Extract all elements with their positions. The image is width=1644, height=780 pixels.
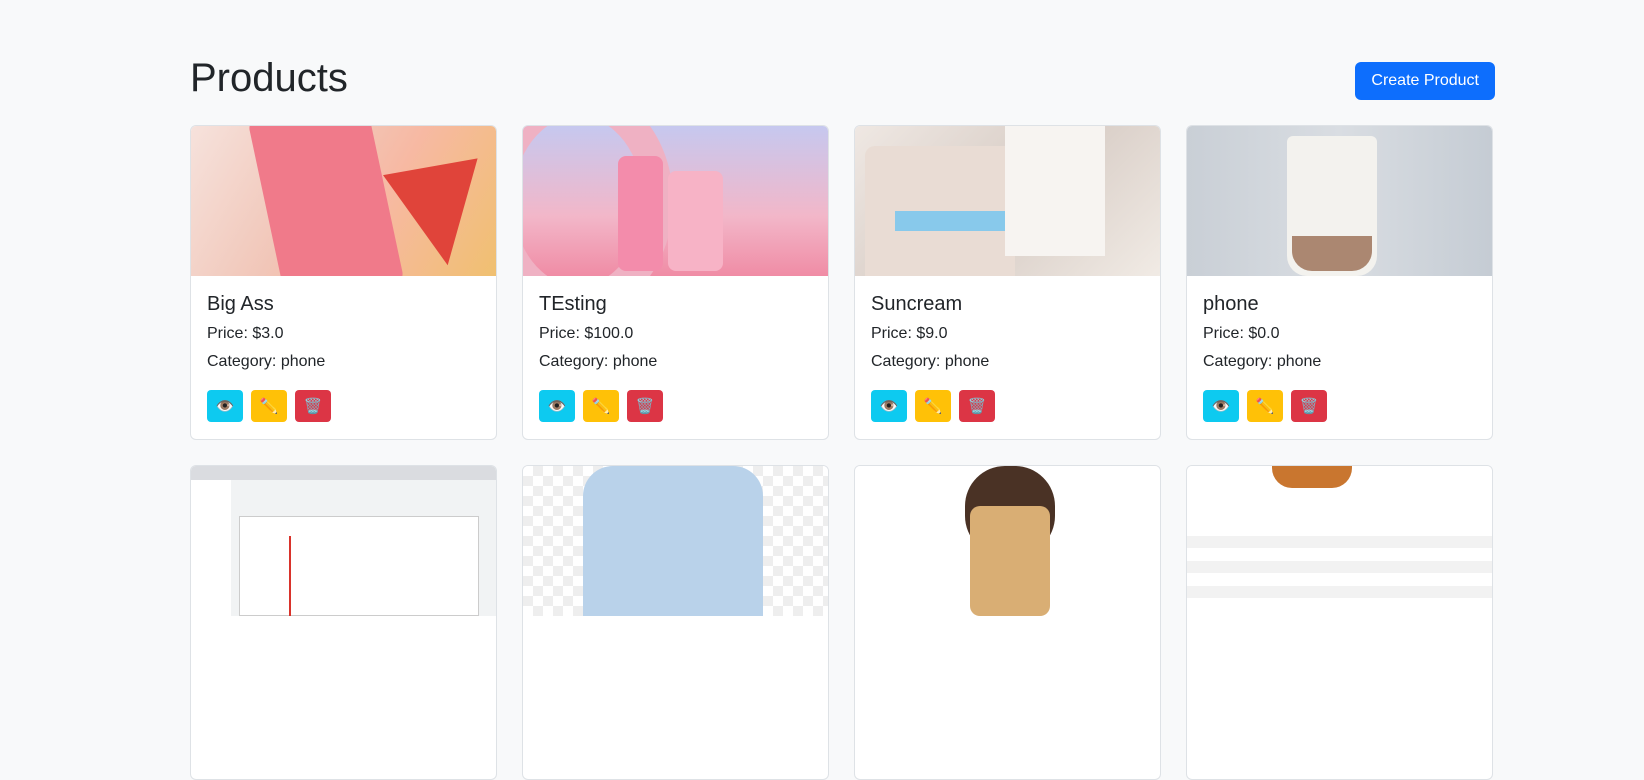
product-image — [1187, 466, 1492, 616]
view-button[interactable]: 👁️ — [1203, 390, 1239, 422]
product-name: Big Ass — [207, 293, 274, 315]
card-actions: 👁️ ✏️ 🗑️ — [539, 390, 812, 422]
eye-icon: 👁️ — [547, 397, 567, 415]
pencil-icon: ✏️ — [1255, 397, 1275, 415]
product-card — [190, 465, 497, 780]
product-card — [1186, 465, 1493, 780]
product-price: Price: $100.0 — [539, 325, 634, 342]
product-price: Price: $3.0 — [207, 325, 284, 342]
product-name: Suncream — [871, 293, 963, 315]
pencil-icon: ✏️ — [923, 397, 943, 415]
view-button[interactable]: 👁️ — [871, 390, 907, 422]
view-button[interactable]: 👁️ — [539, 390, 575, 422]
delete-button[interactable]: 🗑️ — [627, 390, 663, 422]
product-category: Category: phone — [207, 353, 326, 370]
trash-icon: 🗑️ — [635, 397, 655, 415]
edit-button[interactable]: ✏️ — [1247, 390, 1283, 422]
card-actions: 👁️ ✏️ 🗑️ — [1203, 390, 1476, 422]
product-image — [1187, 126, 1492, 276]
page-header: Products Create Product — [190, 56, 1495, 106]
product-card — [854, 465, 1161, 780]
product-price: Price: $0.0 — [1203, 325, 1280, 342]
pencil-icon: ✏️ — [259, 397, 279, 415]
product-category: Category: phone — [1203, 353, 1322, 370]
product-grid: Big Ass Price: $3.0 Category: phone 👁️ ✏… — [190, 125, 1495, 780]
eye-icon: 👁️ — [1211, 397, 1231, 415]
product-category: Category: phone — [871, 353, 990, 370]
product-card: Suncream Price: $9.0 Category: phone 👁️ … — [854, 125, 1161, 440]
card-actions: 👁️ ✏️ 🗑️ — [207, 390, 480, 422]
trash-icon: 🗑️ — [1299, 397, 1319, 415]
create-product-button[interactable]: Create Product — [1355, 62, 1495, 100]
edit-button[interactable]: ✏️ — [583, 390, 619, 422]
delete-button[interactable]: 🗑️ — [959, 390, 995, 422]
pencil-icon: ✏️ — [591, 397, 611, 415]
delete-button[interactable]: 🗑️ — [295, 390, 331, 422]
product-price: Price: $9.0 — [871, 325, 948, 342]
eye-icon: 👁️ — [215, 397, 235, 415]
product-image — [855, 466, 1160, 616]
edit-button[interactable]: ✏️ — [251, 390, 287, 422]
product-name: phone — [1203, 293, 1259, 315]
card-actions: 👁️ ✏️ 🗑️ — [871, 390, 1144, 422]
delete-button[interactable]: 🗑️ — [1291, 390, 1327, 422]
product-category: Category: phone — [539, 353, 658, 370]
edit-button[interactable]: ✏️ — [915, 390, 951, 422]
trash-icon: 🗑️ — [303, 397, 323, 415]
product-card — [522, 465, 829, 780]
eye-icon: 👁️ — [879, 397, 899, 415]
product-card: TEsting Price: $100.0 Category: phone 👁️… — [522, 125, 829, 440]
product-image — [855, 126, 1160, 276]
page-title: Products — [190, 56, 348, 100]
product-image — [191, 126, 496, 276]
product-image — [523, 126, 828, 276]
product-card: phone Price: $0.0 Category: phone 👁️ ✏️ … — [1186, 125, 1493, 440]
view-button[interactable]: 👁️ — [207, 390, 243, 422]
product-name: TEsting — [539, 293, 607, 315]
product-image — [523, 466, 828, 616]
product-card: Big Ass Price: $3.0 Category: phone 👁️ ✏… — [190, 125, 497, 440]
trash-icon: 🗑️ — [967, 397, 987, 415]
product-image — [191, 466, 496, 616]
